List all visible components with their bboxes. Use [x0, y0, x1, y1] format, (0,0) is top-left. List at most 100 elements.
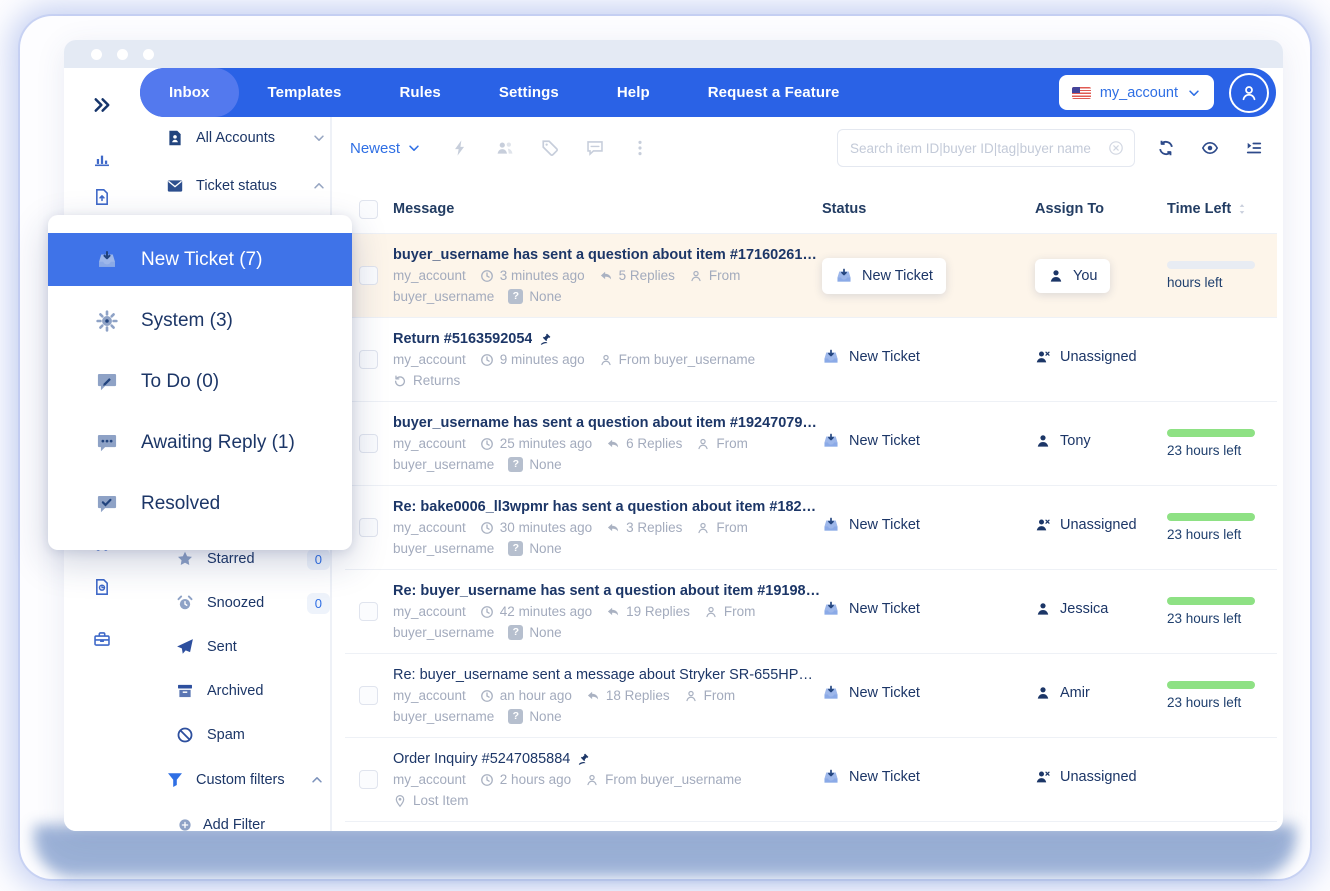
meta-segment: buyer_username [393, 454, 494, 475]
meta-text: my_account [393, 352, 466, 367]
tab-settings[interactable]: Settings [470, 68, 588, 117]
tab-help[interactable]: Help [588, 68, 679, 117]
indent-icon[interactable] [1245, 139, 1263, 157]
status-button[interactable]: New Ticket [822, 348, 920, 366]
meta-text: None [529, 457, 562, 472]
bar-chart-icon[interactable] [93, 150, 111, 168]
add-filter-button[interactable]: Add Filter [140, 803, 330, 831]
assignee-button[interactable]: Unassigned [1035, 349, 1137, 365]
people-icon[interactable] [496, 139, 514, 157]
status-button[interactable]: New Ticket [822, 432, 920, 450]
double-chevron-icon[interactable] [92, 95, 112, 115]
refresh-icon[interactable] [1157, 139, 1175, 157]
window-dot[interactable] [143, 48, 154, 60]
sidebar-item-snoozed[interactable]: Snoozed 0 [140, 581, 330, 625]
kebab-icon[interactable] [631, 139, 649, 157]
sort-dropdown[interactable]: Newest [350, 140, 421, 157]
status-button[interactable]: New Ticket [822, 600, 920, 618]
assignee-button[interactable]: Unassigned [1035, 517, 1137, 533]
assignee-button[interactable]: Amir [1035, 685, 1090, 701]
sidebar-item-spam[interactable]: Spam [140, 713, 330, 757]
row-checkbox[interactable] [359, 350, 378, 369]
search-input[interactable] [848, 139, 1102, 157]
window-dot[interactable] [117, 48, 128, 60]
status-menu-item-resolved[interactable]: Resolved [48, 477, 352, 530]
ticket-row[interactable]: Return #5163592054 my_account 9 minutes ag… [345, 317, 1277, 401]
question-badge-icon: ? [508, 625, 524, 640]
main-panel: Newest Message Status Assign To Time Lef… [332, 117, 1277, 831]
clear-search-icon[interactable] [1108, 140, 1124, 156]
sidebar-item-ticket-status[interactable]: Ticket status [140, 177, 326, 195]
clock-icon [480, 773, 494, 787]
tab-rules[interactable]: Rules [370, 68, 469, 117]
lightning-icon[interactable] [451, 139, 469, 157]
status-menu-label: Resolved [141, 492, 221, 514]
meta-line-2: buyer_username? None [393, 286, 822, 307]
ticket-row[interactable]: Re: bake0006_ll3wpmr has sent a question… [345, 485, 1277, 569]
status-button[interactable]: New Ticket [822, 768, 920, 786]
sidebar-item-archived[interactable]: Archived [140, 669, 330, 713]
row-checkbox[interactable] [359, 770, 378, 789]
status-menu-label: New Ticket (7) [141, 248, 263, 270]
meta-line-1: my_account 2 hours ago From buyer_username [393, 769, 822, 790]
meta-text: 2 hours ago [499, 772, 572, 787]
status-menu-item-to-do-0[interactable]: To Do (0) [48, 355, 352, 408]
tab-request-a-feature[interactable]: Request a Feature [679, 68, 869, 117]
status-cell: New Ticket [822, 432, 1035, 455]
status-menu-item-new-ticket-7[interactable]: New Ticket (7) [48, 233, 352, 286]
custom-filters-label: Custom filters [196, 772, 285, 788]
tag-icon[interactable] [541, 139, 559, 157]
tab-templates[interactable]: Templates [239, 68, 371, 117]
window-dot[interactable] [91, 48, 102, 60]
row-checkbox[interactable] [359, 518, 378, 537]
message-cell: Re: buyer_username has sent a question a… [393, 570, 822, 643]
row-checkbox[interactable] [359, 434, 378, 453]
account-selector[interactable]: my_account [1058, 75, 1214, 110]
ticket-row[interactable]: Order Inquiry #5247085884 my_account 2 hou… [345, 737, 1277, 821]
ticket-title: Return #5163592054 [393, 329, 822, 349]
view-action-icons [1157, 139, 1263, 157]
row-checkbox[interactable] [359, 266, 378, 285]
toolbox-icon[interactable] [93, 630, 111, 648]
clock-icon [480, 353, 494, 367]
header-time-left[interactable]: Time Left [1167, 201, 1277, 217]
select-all-checkbox[interactable] [359, 199, 378, 219]
meta-segment: 18 Replies [586, 685, 670, 706]
tab-inbox[interactable]: Inbox [140, 68, 239, 117]
meta-line-2: buyer_username? None [393, 706, 822, 727]
ticket-title: Re: buyer_username has sent a question a… [393, 581, 822, 601]
chat-icon[interactable] [586, 139, 604, 157]
status-menu-item-awaiting-reply-1[interactable]: Awaiting Reply (1) [48, 416, 352, 469]
sidebar-item-sent[interactable]: Sent [140, 625, 330, 669]
assignee-button[interactable]: Jessica [1035, 601, 1108, 617]
assignee-label: Unassigned [1060, 517, 1137, 533]
bubble-check-icon [96, 493, 118, 515]
ticket-row[interactable]: Re: buyer_username has sent a question a… [345, 569, 1277, 653]
time-left-bar [1167, 513, 1255, 521]
assignee-button[interactable]: You [1035, 258, 1111, 293]
sidebar-item-custom-filters[interactable]: Custom filters [140, 757, 330, 803]
ticket-row[interactable]: Re: buyer_username sent a message about … [345, 653, 1277, 737]
eye-icon[interactable] [1201, 139, 1219, 157]
assignee-button[interactable]: Tony [1035, 433, 1091, 449]
avatar[interactable] [1229, 72, 1269, 113]
assignee-button[interactable]: Unassigned [1035, 769, 1137, 785]
row-checkbox[interactable] [359, 602, 378, 621]
ticket-row[interactable]: buyer_username has sent a question about… [345, 401, 1277, 485]
status-button[interactable]: New Ticket [822, 684, 920, 702]
pin-icon [393, 794, 407, 808]
clock-icon [480, 689, 494, 703]
ticket-row[interactable]: buyer_username has sent a question about… [345, 233, 1277, 317]
person-x-icon [1035, 517, 1051, 533]
file-report-icon[interactable] [93, 578, 111, 596]
status-button[interactable]: New Ticket [822, 257, 946, 294]
folder-label: Sent [207, 639, 237, 655]
row-checkbox[interactable] [359, 686, 378, 705]
file-export-icon[interactable] [93, 188, 111, 206]
sidebar-item-all-accounts[interactable]: All Accounts [140, 129, 326, 147]
meta-segment: 3 minutes ago [480, 265, 585, 286]
meta-text: my_account [393, 436, 466, 451]
status-button[interactable]: New Ticket [822, 516, 920, 534]
status-menu-item-system-3[interactable]: System (3) [48, 294, 352, 347]
meta-segment: ? None [508, 286, 562, 307]
